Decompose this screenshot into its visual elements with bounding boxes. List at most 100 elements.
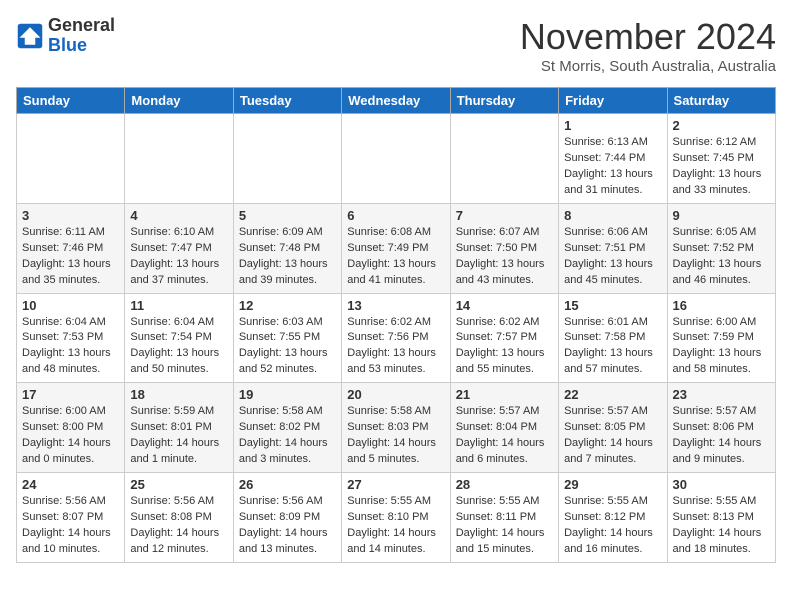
day-number: 3 (22, 208, 119, 223)
day-info: Sunrise: 5:59 AMSunset: 8:01 PMDaylight:… (130, 404, 227, 468)
day-number: 11 (130, 298, 227, 313)
calendar-cell: 10 Sunrise: 6:04 AMSunset: 7:53 PMDayligh… (17, 293, 125, 383)
day-info: Sunrise: 6:11 AMSunset: 7:46 PMDaylight:… (22, 225, 119, 289)
day-info: Sunrise: 6:05 AMSunset: 7:52 PMDaylight:… (673, 225, 770, 289)
day-info: Sunrise: 6:04 AMSunset: 7:54 PMDaylight:… (130, 315, 227, 379)
day-number: 23 (673, 387, 770, 402)
day-number: 16 (673, 298, 770, 313)
day-info: Sunrise: 6:02 AMSunset: 7:56 PMDaylight:… (347, 315, 444, 379)
calendar-cell (450, 114, 558, 204)
day-number: 13 (347, 298, 444, 313)
calendar-cell: 20 Sunrise: 5:58 AMSunset: 8:03 PMDayligh… (342, 383, 450, 473)
day-info: Sunrise: 6:02 AMSunset: 7:57 PMDaylight:… (456, 315, 553, 379)
calendar-cell: 24Sunrise: 5:56 AMSunset: 8:07 PMDayligh… (17, 473, 125, 563)
calendar-table: SundayMondayTuesdayWednesdayThursdayFrid… (16, 87, 776, 563)
logo-general-text: General (48, 15, 115, 35)
calendar-cell: 14Sunrise: 6:02 AMSunset: 7:57 PMDayligh… (450, 293, 558, 383)
day-info: Sunrise: 5:55 AMSunset: 8:13 PMDaylight:… (673, 494, 770, 558)
calendar-cell: 30 Sunrise: 5:55 AMSunset: 8:13 PMDayligh… (667, 473, 775, 563)
day-info: Sunrise: 6:04 AMSunset: 7:53 PMDaylight:… (22, 315, 119, 379)
calendar-cell: 25 Sunrise: 5:56 AMSunset: 8:08 PMDayligh… (125, 473, 233, 563)
day-number: 25 (130, 477, 227, 492)
calendar-cell: 15Sunrise: 6:01 AMSunset: 7:58 PMDayligh… (559, 293, 667, 383)
day-info: Sunrise: 6:08 AMSunset: 7:49 PMDaylight:… (347, 225, 444, 289)
day-number: 7 (456, 208, 553, 223)
day-info: Sunrise: 6:10 AMSunset: 7:47 PMDaylight:… (130, 225, 227, 289)
calendar-cell: 26 Sunrise: 5:56 AMSunset: 8:09 PMDayligh… (233, 473, 341, 563)
day-number: 5 (239, 208, 336, 223)
day-number: 29 (564, 477, 661, 492)
calendar-week-2: 3 Sunrise: 6:11 AMSunset: 7:46 PMDaylight… (17, 203, 776, 293)
day-number: 4 (130, 208, 227, 223)
calendar-cell: 4 Sunrise: 6:10 AMSunset: 7:47 PMDaylight… (125, 203, 233, 293)
calendar-header-tuesday: Tuesday (233, 88, 341, 114)
location: St Morris, South Australia, Australia (520, 58, 776, 75)
calendar-cell: 19 Sunrise: 5:58 AMSunset: 8:02 PMDayligh… (233, 383, 341, 473)
calendar-cell: 9 Sunrise: 6:05 AMSunset: 7:52 PMDaylight… (667, 203, 775, 293)
logo: General Blue (16, 16, 115, 56)
day-info: Sunrise: 6:12 AMSunset: 7:45 PMDaylight:… (673, 135, 770, 199)
calendar-week-3: 10 Sunrise: 6:04 AMSunset: 7:53 PMDayligh… (17, 293, 776, 383)
day-info: Sunrise: 5:57 AMSunset: 8:05 PMDaylight:… (564, 404, 661, 468)
day-number: 8 (564, 208, 661, 223)
calendar-cell (342, 114, 450, 204)
calendar-cell: 5 Sunrise: 6:09 AMSunset: 7:48 PMDaylight… (233, 203, 341, 293)
day-info: Sunrise: 5:58 AMSunset: 8:02 PMDaylight:… (239, 404, 336, 468)
day-info: Sunrise: 5:58 AMSunset: 8:03 PMDaylight:… (347, 404, 444, 468)
day-info: Sunrise: 6:07 AMSunset: 7:50 PMDaylight:… (456, 225, 553, 289)
calendar-header-friday: Friday (559, 88, 667, 114)
calendar-header-monday: Monday (125, 88, 233, 114)
day-number: 19 (239, 387, 336, 402)
day-number: 1 (564, 118, 661, 133)
calendar-week-5: 24Sunrise: 5:56 AMSunset: 8:07 PMDayligh… (17, 473, 776, 563)
day-info: Sunrise: 5:56 AMSunset: 8:08 PMDaylight:… (130, 494, 227, 558)
day-number: 18 (130, 387, 227, 402)
day-number: 24 (22, 477, 119, 492)
day-info: Sunrise: 6:03 AMSunset: 7:55 PMDaylight:… (239, 315, 336, 379)
calendar-cell: 21 Sunrise: 5:57 AMSunset: 8:04 PMDayligh… (450, 383, 558, 473)
calendar-cell: 6 Sunrise: 6:08 AMSunset: 7:49 PMDaylight… (342, 203, 450, 293)
calendar-cell: 29 Sunrise: 5:55 AMSunset: 8:12 PMDayligh… (559, 473, 667, 563)
day-number: 30 (673, 477, 770, 492)
calendar-cell: 11 Sunrise: 6:04 AMSunset: 7:54 PMDayligh… (125, 293, 233, 383)
day-info: Sunrise: 5:57 AMSunset: 8:06 PMDaylight:… (673, 404, 770, 468)
day-info: Sunrise: 6:06 AMSunset: 7:51 PMDaylight:… (564, 225, 661, 289)
calendar-cell (125, 114, 233, 204)
calendar-header-sunday: Sunday (17, 88, 125, 114)
calendar-cell: 8 Sunrise: 6:06 AMSunset: 7:51 PMDaylight… (559, 203, 667, 293)
day-number: 21 (456, 387, 553, 402)
calendar-cell: 13 Sunrise: 6:02 AMSunset: 7:56 PMDayligh… (342, 293, 450, 383)
calendar-header-saturday: Saturday (667, 88, 775, 114)
day-number: 12 (239, 298, 336, 313)
calendar-week-1: 1Sunrise: 6:13 AMSunset: 7:44 PMDaylight… (17, 114, 776, 204)
day-number: 22 (564, 387, 661, 402)
logo-blue-text: Blue (48, 35, 87, 55)
day-number: 9 (673, 208, 770, 223)
day-number: 26 (239, 477, 336, 492)
calendar-cell: 17Sunrise: 6:00 AMSunset: 8:00 PMDayligh… (17, 383, 125, 473)
day-info: Sunrise: 5:57 AMSunset: 8:04 PMDaylight:… (456, 404, 553, 468)
calendar-header-row: SundayMondayTuesdayWednesdayThursdayFrid… (17, 88, 776, 114)
calendar-header-wednesday: Wednesday (342, 88, 450, 114)
logo-icon (16, 22, 44, 50)
day-info: Sunrise: 5:55 AMSunset: 8:12 PMDaylight:… (564, 494, 661, 558)
calendar-cell: 22 Sunrise: 5:57 AMSunset: 8:05 PMDayligh… (559, 383, 667, 473)
day-info: Sunrise: 6:09 AMSunset: 7:48 PMDaylight:… (239, 225, 336, 289)
day-number: 10 (22, 298, 119, 313)
calendar-header-thursday: Thursday (450, 88, 558, 114)
day-number: 20 (347, 387, 444, 402)
day-number: 6 (347, 208, 444, 223)
calendar-cell: 27Sunrise: 5:55 AMSunset: 8:10 PMDayligh… (342, 473, 450, 563)
calendar-cell: 3 Sunrise: 6:11 AMSunset: 7:46 PMDaylight… (17, 203, 125, 293)
calendar-cell: 28Sunrise: 5:55 AMSunset: 8:11 PMDayligh… (450, 473, 558, 563)
day-info: Sunrise: 6:01 AMSunset: 7:58 PMDaylight:… (564, 315, 661, 379)
day-info: Sunrise: 5:56 AMSunset: 8:09 PMDaylight:… (239, 494, 336, 558)
day-number: 28 (456, 477, 553, 492)
calendar-cell: 7 Sunrise: 6:07 AMSunset: 7:50 PMDaylight… (450, 203, 558, 293)
calendar-body: 1Sunrise: 6:13 AMSunset: 7:44 PMDaylight… (17, 114, 776, 563)
month-title: November 2024 (520, 16, 776, 58)
calendar-cell: 16Sunrise: 6:00 AMSunset: 7:59 PMDayligh… (667, 293, 775, 383)
day-info: Sunrise: 6:00 AMSunset: 8:00 PMDaylight:… (22, 404, 119, 468)
calendar-cell (233, 114, 341, 204)
calendar-cell: 18 Sunrise: 5:59 AMSunset: 8:01 PMDayligh… (125, 383, 233, 473)
